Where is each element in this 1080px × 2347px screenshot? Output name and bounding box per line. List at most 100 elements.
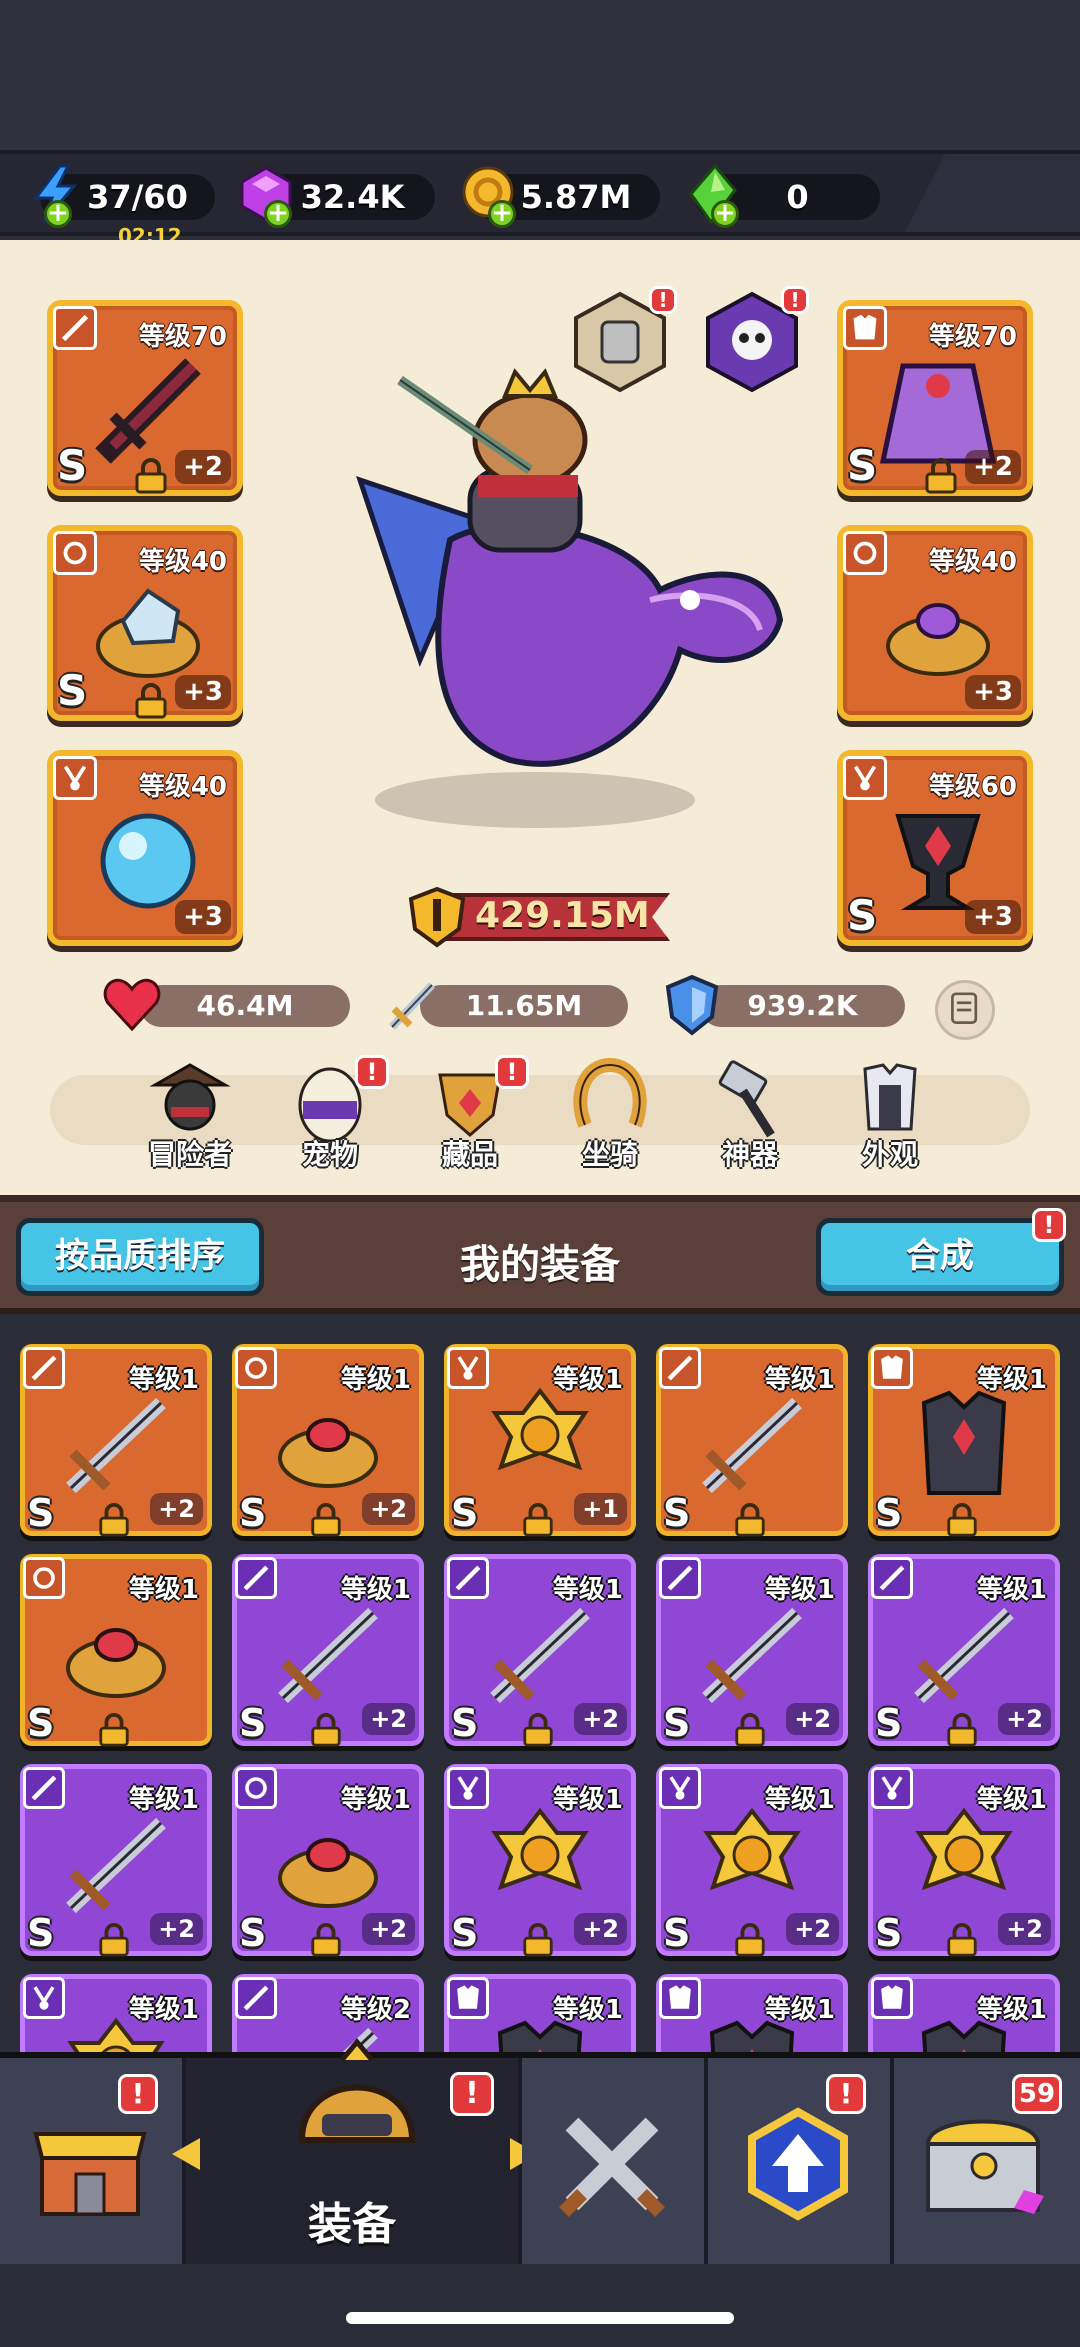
crystals-value: 0 <box>786 178 809 216</box>
ring-item-icon <box>263 1803 393 1923</box>
inventory-item[interactable]: 等级1 S <box>20 1554 212 1747</box>
status-bar <box>0 0 1080 150</box>
lock-icon <box>945 1713 979 1747</box>
inventory-item[interactable]: 等级1 <box>868 1974 1060 2054</box>
energy-counter[interactable]: + 37/60 02:12 <box>33 164 215 248</box>
defense-value: 939.2K <box>747 989 858 1022</box>
inventory-item[interactable]: 等级1 S +2 <box>232 1764 424 1957</box>
slot-level: 等级40 <box>928 547 1017 577</box>
power-display: 429.15M <box>405 885 670 948</box>
item-level: 等级1 <box>128 1785 199 1815</box>
gems-value: 32.4K <box>300 178 405 216</box>
arrow-left-icon[interactable] <box>166 2134 206 2174</box>
tab-chest[interactable]: 59 <box>894 2058 1080 2264</box>
inventory-item[interactable]: 等级1 <box>444 1974 636 2054</box>
item-grade: S <box>875 1491 903 1535</box>
crystals-counter[interactable]: + 0 <box>689 163 880 228</box>
item-level: 等级1 <box>552 1995 623 2025</box>
inventory-item[interactable]: 等级1 S +2 <box>232 1344 424 1537</box>
weapon-item-icon <box>687 1383 817 1503</box>
slot-level: 等级40 <box>138 772 227 802</box>
inventory-item[interactable]: 等级1 S +2 <box>656 1764 848 1957</box>
home-indicator[interactable] <box>346 2312 734 2324</box>
equipped-necklace-slot[interactable]: 等级40 +3 <box>47 750 243 946</box>
tab-equipment[interactable]: 装备 ! <box>172 2038 538 2264</box>
inventory-item[interactable]: 等级1 S +2 <box>232 1554 424 1747</box>
inventory-item[interactable]: 等级1 S +2 <box>656 1554 848 1747</box>
coins-counter[interactable]: + 5.87M <box>462 166 660 228</box>
item-level: 等级1 <box>976 1785 1047 1815</box>
lock-icon <box>135 458 167 494</box>
inventory-item[interactable]: 等级1 S +2 <box>20 1344 212 1537</box>
slot-enhance: +3 <box>965 675 1021 709</box>
nav-mount[interactable]: 坐骑 <box>555 1055 665 1173</box>
equipped-ring-slot[interactable]: 等级40 S +3 <box>47 525 243 721</box>
item-grade: S <box>663 1911 691 1955</box>
nav-label: 冒险者 <box>147 1138 232 1171</box>
inventory-item[interactable]: 等级1 S +2 <box>444 1764 636 1957</box>
item-grade: S <box>239 1701 267 1745</box>
stats-detail-button[interactable] <box>935 980 995 1040</box>
nav-appearance[interactable]: 外观 <box>835 1055 945 1173</box>
nav-pet[interactable]: ! 宠物 <box>275 1055 389 1173</box>
equipped-armor-slot[interactable]: 等级70 S +2 <box>837 300 1033 496</box>
item-level: 等级1 <box>764 1575 835 1605</box>
item-enhance: +2 <box>786 1703 839 1735</box>
item-grade: S <box>875 1911 903 1955</box>
item-enhance: +1 <box>574 1493 627 1525</box>
amulet-item-icon <box>475 1803 605 1923</box>
inventory-item[interactable]: 等级1 S +1 <box>444 1344 636 1537</box>
notification-badge: ! <box>355 1055 389 1089</box>
inventory-item[interactable]: 等级1 S <box>868 1344 1060 1537</box>
inventory-item[interactable]: 等级1 S +2 <box>444 1554 636 1747</box>
hero-panel: 等级70 S +2 等级40 S +3 等级40 +3 等级70 S +2 等级… <box>0 240 1080 1195</box>
item-enhance: +2 <box>362 1493 415 1525</box>
inventory-item[interactable]: 等级1 <box>656 1974 848 2054</box>
merge-button[interactable]: 合成 <box>816 1218 1064 1296</box>
equipped-ring-slot-2[interactable]: 等级40 +3 <box>837 525 1033 721</box>
item-enhance: +2 <box>362 1703 415 1735</box>
amethyst-ring-icon <box>886 603 990 676</box>
inventory-item[interactable]: 等级1 S <box>656 1344 848 1537</box>
tab-shop[interactable]: ! <box>0 2058 186 2264</box>
nav-adventurer[interactable]: 冒险者 <box>135 1055 245 1173</box>
horseshoe-icon <box>573 1057 647 1128</box>
lock-icon <box>945 1503 979 1537</box>
amulet-item-icon <box>475 1383 605 1503</box>
inventory-item[interactable]: 等级1 <box>20 1974 212 2054</box>
power-value: 429.15M <box>475 895 650 936</box>
ring-item-icon <box>51 1593 181 1713</box>
item-grade: S <box>875 1701 903 1745</box>
weapon-item-icon <box>263 1593 393 1713</box>
lock-icon <box>945 1923 979 1957</box>
inventory-item[interactable]: 等级1 S +2 <box>868 1554 1060 1747</box>
tab-upgrade[interactable]: ! <box>708 2058 894 2264</box>
slot-level: 等级40 <box>138 547 227 577</box>
equipped-necklace-slot-2[interactable]: 等级60 S +3 <box>837 750 1033 946</box>
heart-icon <box>103 978 161 1032</box>
nav-artifact[interactable]: 神器 <box>695 1055 805 1173</box>
item-grade: S <box>239 1491 267 1535</box>
item-grade: S <box>451 1911 479 1955</box>
inventory-item[interactable]: 等级1 S +2 <box>868 1764 1060 1957</box>
item-enhance: +2 <box>574 1703 627 1735</box>
inventory-header: 按品质排序 我的装备 合成 ! <box>0 1196 1080 1314</box>
hero-on-dragon-illustration <box>356 368 784 828</box>
item-enhance: +2 <box>574 1913 627 1945</box>
inventory-item[interactable]: 等级1 S +2 <box>20 1764 212 1957</box>
resource-bar-tail <box>905 154 1080 232</box>
gems-counter[interactable]: + 32.4K <box>240 166 435 228</box>
slot-grade: S <box>57 666 88 715</box>
home-indicator-area <box>0 2264 1080 2347</box>
hammer-icon <box>718 1060 775 1138</box>
defense-stat: 939.2K <box>665 974 905 1036</box>
item-level: 等级1 <box>128 1575 199 1605</box>
nav-collection[interactable]: ! 藏品 <box>415 1055 529 1173</box>
weapon-item-icon <box>51 1383 181 1503</box>
attack-stat: 11.65M <box>389 982 628 1030</box>
armor-type-icon <box>843 306 887 350</box>
equipped-weapon-slot[interactable]: 等级70 S +2 <box>47 300 243 496</box>
item-enhance: +2 <box>150 1913 203 1945</box>
tab-battle[interactable] <box>522 2058 708 2264</box>
resource-bar: + 37/60 02:12 + 32.4K + 5.87M + 0 <box>0 150 1080 248</box>
